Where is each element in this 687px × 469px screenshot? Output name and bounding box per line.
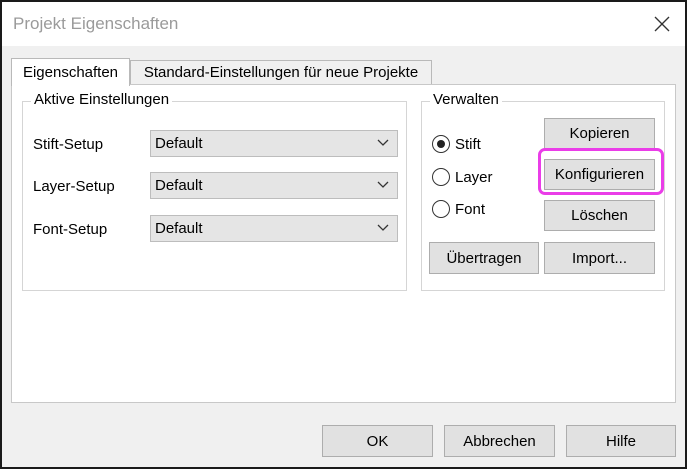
radio-font-label: Font bbox=[455, 200, 486, 218]
chevron-down-icon bbox=[377, 224, 389, 231]
ok-button[interactable]: OK bbox=[322, 425, 433, 457]
font-setup-value: Default bbox=[155, 220, 203, 237]
font-setup-label: Font-Setup bbox=[33, 221, 108, 238]
chevron-down-icon bbox=[377, 181, 389, 188]
radio-circle bbox=[432, 168, 450, 186]
font-setup-select[interactable]: Default bbox=[150, 215, 398, 242]
chevron-down-icon bbox=[377, 139, 389, 146]
title-bar: Projekt Eigenschaften bbox=[2, 2, 685, 46]
window-title: Projekt Eigenschaften bbox=[13, 14, 179, 33]
stift-setup-select[interactable]: Default bbox=[150, 130, 398, 157]
radio-stift-label: Stift bbox=[455, 135, 481, 153]
radio-circle-selected bbox=[432, 135, 450, 153]
close-icon bbox=[654, 16, 670, 32]
help-button[interactable]: Hilfe bbox=[566, 425, 676, 457]
active-settings-group: Aktive Einstellungen Stift-Setup Default… bbox=[22, 91, 407, 291]
radio-circle bbox=[432, 200, 450, 218]
tab-strip: Eigenschaften Standard-Einstellungen für… bbox=[2, 46, 685, 86]
dialog-footer: OK Abbrechen Hilfe bbox=[2, 403, 685, 467]
stift-setup-value: Default bbox=[155, 135, 203, 152]
dialog-window: Projekt Eigenschaften Eigenschaften Stan… bbox=[0, 0, 687, 469]
layer-setup-value: Default bbox=[155, 177, 203, 194]
active-settings-title: Aktive Einstellungen bbox=[31, 91, 173, 108]
layer-setup-label: Layer-Setup bbox=[33, 178, 115, 195]
tab-eigenschaften[interactable]: Eigenschaften bbox=[11, 58, 130, 86]
loeschen-button[interactable]: Löschen bbox=[544, 200, 655, 231]
radio-stift[interactable]: Stift bbox=[432, 135, 481, 153]
konfigurieren-button[interactable]: Konfigurieren bbox=[544, 159, 655, 190]
tab-standard-einstellungen[interactable]: Standard-Einstellungen für neue Projekte bbox=[130, 60, 432, 84]
manage-group: Verwalten Stift Layer Font Kopieren Konf… bbox=[421, 91, 665, 291]
manage-title: Verwalten bbox=[430, 91, 502, 108]
stift-setup-label: Stift-Setup bbox=[33, 136, 104, 153]
radio-layer-label: Layer bbox=[455, 168, 493, 186]
layer-setup-select[interactable]: Default bbox=[150, 172, 398, 199]
uebertragen-button[interactable]: Übertragen bbox=[429, 242, 539, 274]
close-button[interactable] bbox=[639, 2, 685, 46]
radio-font[interactable]: Font bbox=[432, 200, 485, 218]
import-button[interactable]: Import... bbox=[544, 242, 655, 274]
tab-panel: Aktive Einstellungen Stift-Setup Default… bbox=[11, 84, 676, 403]
kopieren-button[interactable]: Kopieren bbox=[544, 118, 655, 149]
cancel-button[interactable]: Abbrechen bbox=[444, 425, 555, 457]
radio-layer[interactable]: Layer bbox=[432, 168, 493, 186]
